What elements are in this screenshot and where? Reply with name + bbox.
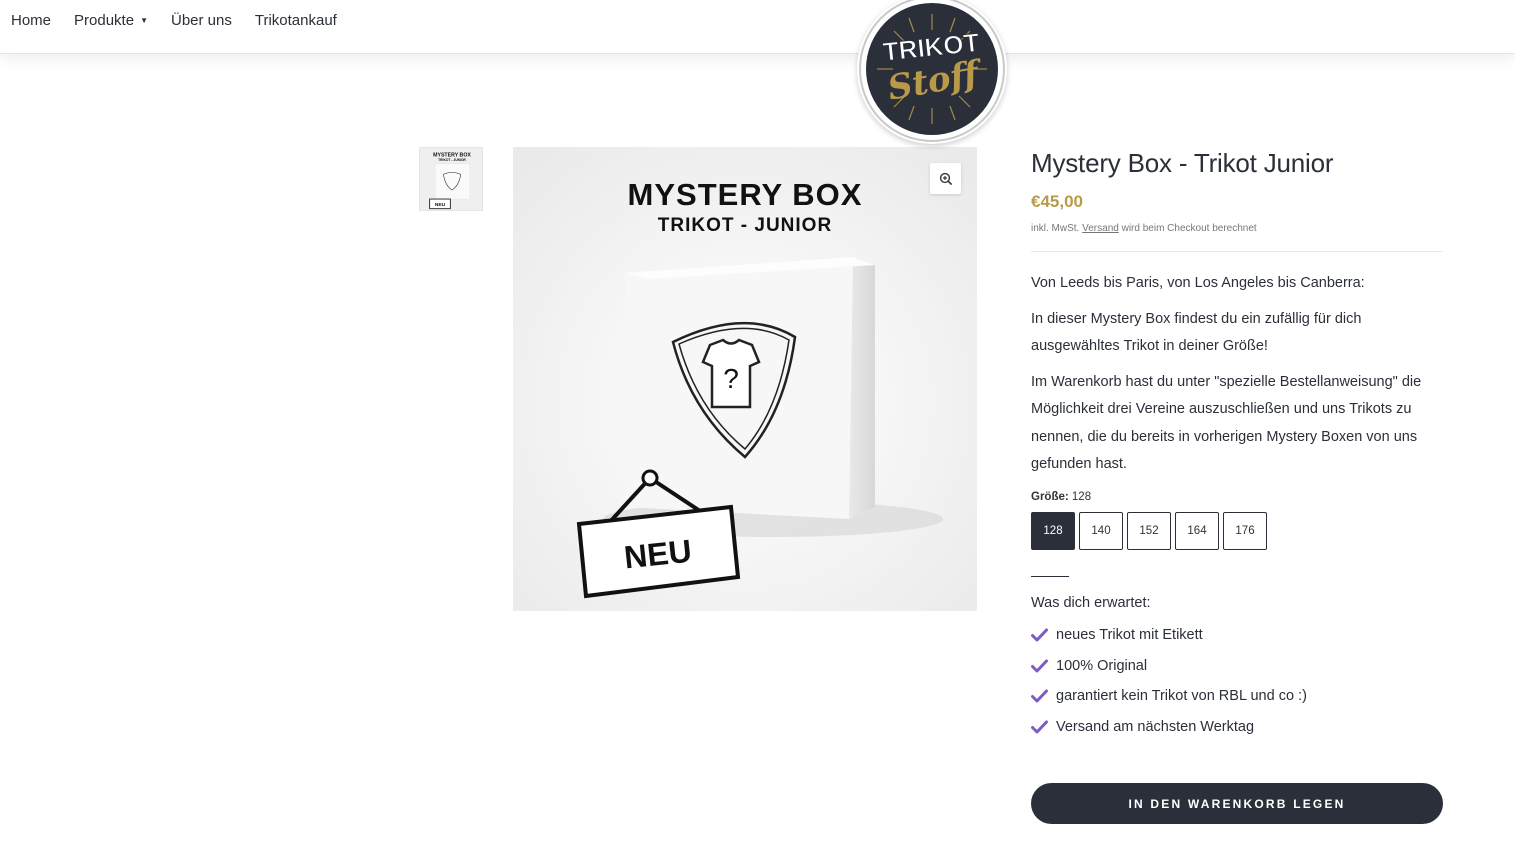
product-title: Mystery Box - Trikot Junior xyxy=(1031,148,1334,178)
image-mark: ? xyxy=(723,363,739,394)
image-subtitle: TRIKOT - JUNIOR xyxy=(658,215,832,236)
list-item: neues Trikot mit Etikett xyxy=(1031,620,1443,651)
description-paragraph: Im Warenkorb hast du unter "spezielle Be… xyxy=(1031,373,1422,473)
gallery-thumbnail[interactable]: MYSTERY BOX TRIKOT - JUNIOR NEU xyxy=(419,147,483,211)
caret-down-icon: ▼ xyxy=(140,16,148,25)
feature-text: neues Trikot mit Etikett xyxy=(1056,626,1203,643)
nav-label: Über uns xyxy=(170,12,232,29)
size-label-row: Größe: 128 xyxy=(1031,491,1443,503)
zoom-in-icon xyxy=(939,172,952,185)
shipping-link[interactable]: Versand xyxy=(1082,223,1119,234)
feature-text: 100% Original xyxy=(1056,657,1148,674)
size-swatch-152[interactable]: 152 xyxy=(1127,511,1171,550)
product-main-image[interactable]: MYSTERY BOX TRIKOT - JUNIOR ? NEU xyxy=(513,147,977,611)
image-title: MYSTERY BOX xyxy=(628,177,863,212)
size-swatch-176[interactable]: 176 xyxy=(1223,511,1267,550)
short-divider xyxy=(1031,575,1069,577)
feature-list: neues Trikot mit Etikett 100% Original g… xyxy=(1031,620,1443,743)
thumb-tag: NEU xyxy=(435,202,446,208)
description-paragraph: In dieser Mystery Box findest du ein zuf… xyxy=(1031,310,1362,355)
nav-item-home[interactable]: Home xyxy=(11,12,51,29)
check-icon xyxy=(1031,689,1048,703)
nav-item-produkte[interactable]: Produkte ▼ xyxy=(74,12,148,29)
tax-suffix: wird beim Checkout berechnet xyxy=(1121,223,1257,234)
feature-text: garantiert kein Trikot von RBL und co :) xyxy=(1056,688,1307,705)
size-swatch-140[interactable]: 140 xyxy=(1079,511,1123,550)
expect-heading: Was dich erwartet: xyxy=(1031,594,1151,611)
size-swatches: 128 140 152 164 176 xyxy=(1031,511,1443,550)
feature-text: Versand am nächsten Werktag xyxy=(1056,718,1255,735)
product-description: Von Leeds bis Paris, von Los Angeles bis… xyxy=(1031,270,1443,479)
thumb-subtitle: TRIKOT - JUNIOR xyxy=(438,158,466,162)
size-label: Größe: xyxy=(1031,490,1069,503)
size-swatch-128[interactable]: 128 xyxy=(1031,511,1075,550)
site-header: Home Produkte ▼ Über uns Trikotankauf xyxy=(0,0,1515,54)
list-item: garantiert kein Trikot von RBL und co :) xyxy=(1031,681,1443,712)
add-to-cart-button[interactable]: IN DEN WARENKORB LEGEN xyxy=(1031,783,1443,824)
size-selected-value: 128 xyxy=(1071,490,1092,503)
list-item: Versand am nächsten Werktag xyxy=(1031,712,1443,743)
nav-label: Trikotankauf xyxy=(254,12,337,29)
product-summary: Mystery Box - Trikot Junior €45,00 inkl.… xyxy=(1031,146,1443,742)
main-nav: Home Produkte ▼ Über uns Trikotankauf xyxy=(11,12,360,29)
image-tag: NEU xyxy=(622,533,693,576)
product-price: €45,00 xyxy=(1031,192,1083,211)
nav-item-ueber-uns[interactable]: Über uns xyxy=(171,12,232,29)
site-logo[interactable]: TRIKOT Stoff xyxy=(857,0,1007,144)
thumb-title: MYSTERY BOX xyxy=(433,152,471,158)
check-icon xyxy=(1031,628,1048,642)
divider xyxy=(1031,251,1443,252)
check-icon xyxy=(1031,659,1048,673)
nav-label: Home xyxy=(11,12,52,29)
description-paragraph: Von Leeds bis Paris, von Los Angeles bis… xyxy=(1031,275,1365,291)
zoom-button[interactable] xyxy=(930,163,961,194)
check-icon xyxy=(1031,720,1048,734)
nav-item-trikotankauf[interactable]: Trikotankauf xyxy=(255,12,337,29)
nav-label: Produkte xyxy=(74,12,135,29)
tax-prefix: inkl. MwSt. xyxy=(1031,223,1080,234)
size-swatch-164[interactable]: 164 xyxy=(1175,511,1219,550)
list-item: 100% Original xyxy=(1031,650,1443,681)
tax-note: inkl. MwSt. Versand wird beim Checkout b… xyxy=(1031,223,1443,234)
